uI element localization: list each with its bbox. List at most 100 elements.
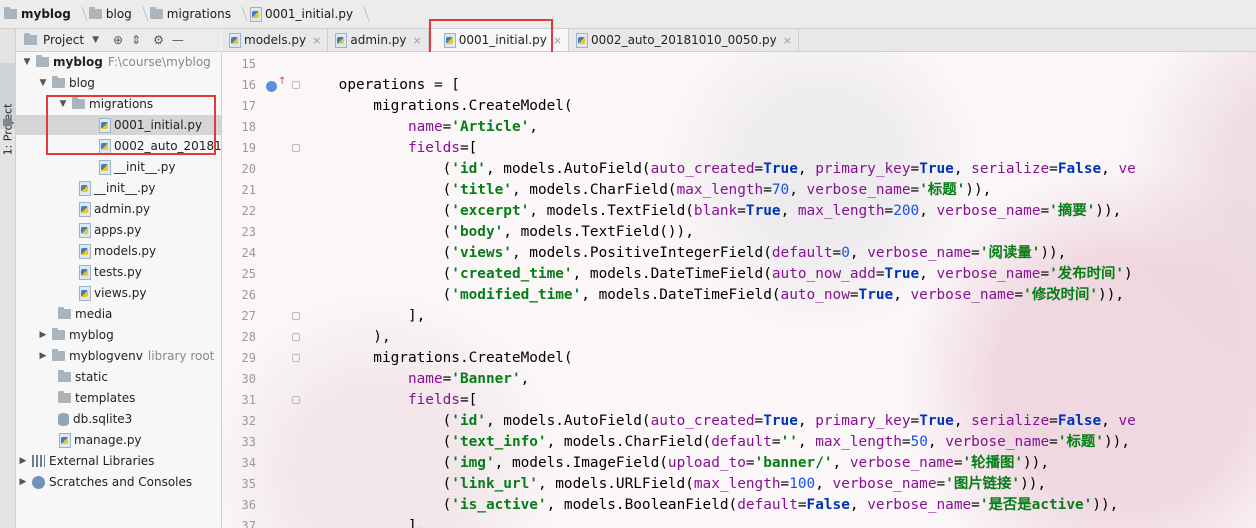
python-file-icon	[575, 33, 589, 48]
project-tree: ▼ myblog F:\course\myblog ▼ blog ▼ migra…	[16, 52, 222, 528]
line-number: 33	[241, 435, 256, 449]
project-view-selector[interactable]: Project	[43, 33, 84, 47]
line-number: 17	[241, 99, 256, 113]
tree-item-media[interactable]: media	[16, 304, 221, 324]
code-line[interactable]: ('body', models.TextField()),	[304, 222, 694, 243]
fold-icon[interactable]	[292, 333, 300, 341]
close-icon[interactable]: ×	[783, 34, 792, 47]
breadcrumb: myblog blog migrations 0001_initial.py	[0, 0, 1256, 29]
tree-item-templates[interactable]: templates	[16, 388, 221, 408]
tree-item-models[interactable]: models.py	[16, 241, 221, 261]
tree-item-manage[interactable]: manage.py	[16, 430, 221, 450]
code-line[interactable]: ('modified_time', models.DateTimeField(a…	[304, 285, 1124, 306]
tab-0002-auto[interactable]: 0002_auto_20181010_0050.py ×	[569, 29, 799, 51]
python-file-icon	[249, 7, 262, 22]
breadcrumb-item-migrations[interactable]: migrations	[146, 0, 235, 28]
override-marker-icon[interactable]	[266, 81, 277, 92]
code-line[interactable]: fields=[	[304, 138, 477, 159]
breadcrumb-item-file[interactable]: 0001_initial.py	[245, 0, 357, 28]
line-number: 26	[241, 288, 256, 302]
code-line[interactable]: ('excerpt', models.TextField(blank=True,…	[304, 201, 1122, 222]
code-line[interactable]: ('id', models.AutoField(auto_created=Tru…	[304, 411, 1136, 432]
tree-item-0001-initial[interactable]: 0001_initial.py	[16, 115, 221, 135]
tree-item-blog-init[interactable]: __init__.py	[16, 178, 221, 198]
line-number: 29	[241, 351, 256, 365]
python-file-icon	[98, 139, 111, 154]
folder-icon	[52, 328, 65, 340]
code-line[interactable]: fields=[	[304, 390, 477, 411]
code-line[interactable]: name='Banner',	[304, 369, 529, 390]
folder-icon	[58, 307, 71, 319]
tree-item-blog[interactable]: ▼ blog	[16, 73, 221, 93]
breadcrumb-separator	[75, 0, 85, 28]
fold-icon[interactable]	[292, 81, 300, 89]
code-line[interactable]: ],	[304, 516, 425, 528]
tree-item-myblog[interactable]: ▼ myblog F:\course\myblog	[16, 52, 221, 72]
code-line[interactable]: ('views', models.PositiveIntegerField(de…	[304, 243, 1067, 264]
folder-icon	[52, 76, 65, 88]
chevron-down-icon[interactable]: ▼	[38, 78, 48, 88]
code-line[interactable]: ('text_info', models.CharField(default='…	[304, 432, 1130, 453]
code-line[interactable]: ('created_time', models.DateTimeField(au…	[304, 264, 1133, 285]
chevron-down-icon[interactable]: ▼	[92, 35, 99, 45]
tree-item-db[interactable]: db.sqlite3	[16, 409, 221, 429]
hide-icon[interactable]: —	[172, 33, 184, 47]
code-line[interactable]: ('is_active', models.BooleanField(defaul…	[304, 495, 1119, 516]
tab-admin[interactable]: admin.py ×	[328, 29, 429, 51]
breadcrumb-item-myblog[interactable]: myblog	[0, 0, 75, 28]
code-editor[interactable]: 15 16 17 18 19 20 21 22 23 24 25 26 27 2…	[222, 52, 1256, 528]
code-line[interactable]: ],	[304, 306, 425, 327]
chevron-right-icon[interactable]: ▶	[38, 351, 48, 361]
gear-icon[interactable]: ⚙	[153, 33, 164, 47]
breadcrumb-item-blog[interactable]: blog	[85, 0, 136, 28]
line-number: 18	[241, 120, 256, 134]
line-number: 34	[241, 456, 256, 470]
fold-icon[interactable]	[292, 312, 300, 320]
tab-models[interactable]: models.py ×	[222, 29, 329, 51]
tree-item-myblogvenv[interactable]: ▶ myblogvenv library root	[16, 346, 221, 366]
tree-item-static[interactable]: static	[16, 367, 221, 387]
line-number: 21	[241, 183, 256, 197]
chevron-right-icon[interactable]: ▶	[38, 330, 48, 340]
python-file-icon	[58, 433, 71, 448]
breadcrumb-separator	[136, 0, 146, 28]
code-line[interactable]: ('img', models.ImageField(upload_to='ban…	[304, 453, 1049, 474]
tree-item-0002-auto[interactable]: 0002_auto_201810	[16, 136, 221, 156]
code-line[interactable]: ),	[304, 327, 390, 348]
code-line[interactable]: migrations.CreateModel(	[304, 348, 572, 369]
chevron-down-icon[interactable]: ▼	[58, 99, 68, 109]
code-line[interactable]: ('title', models.CharField(max_length=70…	[304, 180, 992, 201]
library-icon	[32, 455, 45, 467]
fold-icon[interactable]	[292, 354, 300, 362]
chevron-right-icon[interactable]: ▶	[18, 477, 28, 487]
line-number: 27	[241, 309, 256, 323]
tree-item-tests[interactable]: tests.py	[16, 262, 221, 282]
tree-item-scratches[interactable]: ▶ Scratches and Consoles	[16, 472, 221, 492]
tree-item-migrations-init[interactable]: __init__.py	[16, 157, 221, 177]
code-line[interactable]: operations = [	[304, 75, 460, 96]
collapse-all-icon[interactable]: ⇕	[131, 33, 141, 47]
tree-item-external-libraries[interactable]: ▶ External Libraries	[16, 451, 221, 471]
tree-item-admin[interactable]: admin.py	[16, 199, 221, 219]
tree-item-myblog-pkg[interactable]: ▶ myblog	[16, 325, 221, 345]
tree-item-apps[interactable]: apps.py	[16, 220, 221, 240]
code-line[interactable]: ('link_url', models.URLField(max_length=…	[304, 474, 1046, 495]
close-icon[interactable]: ×	[553, 34, 562, 47]
python-file-icon	[98, 118, 111, 133]
fold-icon[interactable]	[292, 144, 300, 152]
chevron-right-icon[interactable]: ▶	[18, 456, 28, 466]
arrow-up-icon: ↑	[278, 76, 287, 87]
close-icon[interactable]: ×	[413, 34, 422, 47]
locate-icon[interactable]: ⊕	[113, 33, 123, 47]
tab-0001-initial[interactable]: 0001_initial.py ×	[428, 29, 570, 51]
code-line[interactable]: ('id', models.AutoField(auto_created=Tru…	[304, 159, 1136, 180]
structure-icon[interactable]	[3, 119, 12, 126]
tree-item-views[interactable]: views.py	[16, 283, 221, 303]
tree-item-migrations[interactable]: ▼ migrations	[16, 94, 221, 114]
fold-icon[interactable]	[292, 396, 300, 404]
chevron-down-icon[interactable]: ▼	[22, 57, 32, 67]
close-icon[interactable]: ×	[312, 34, 321, 47]
code-line[interactable]: migrations.CreateModel(	[304, 96, 572, 117]
code-line[interactable]: name='Article',	[304, 117, 538, 138]
python-file-icon	[78, 286, 91, 301]
